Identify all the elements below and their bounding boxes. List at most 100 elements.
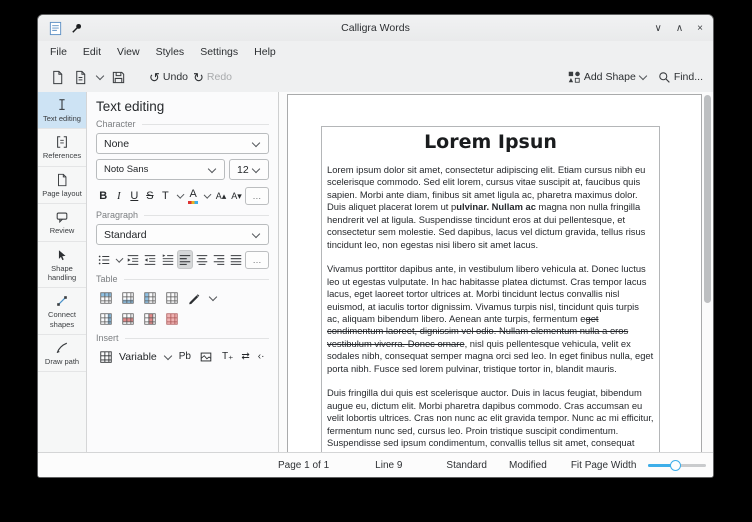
font-size-value: 12 <box>237 164 249 176</box>
subscript-button[interactable]: A▾ <box>229 188 244 205</box>
menubar: File Edit View Styles Settings Help <box>38 41 713 62</box>
align-right-icon <box>212 253 226 267</box>
menu-view[interactable]: View <box>109 44 148 60</box>
character-more-button[interactable]: … <box>245 187 269 205</box>
menu-help[interactable]: Help <box>246 44 284 60</box>
open-dropdown-chevron-icon[interactable] <box>96 72 104 80</box>
delete-column-button[interactable] <box>140 309 159 328</box>
sidebar-item-draw-path[interactable]: Draw path <box>38 335 86 372</box>
draw-path-icon <box>55 341 69 355</box>
indent-increase-button[interactable] <box>125 250 141 269</box>
insert-table-button[interactable] <box>96 347 115 366</box>
zoom-slider-thumb[interactable] <box>670 460 681 471</box>
delete-row-icon <box>121 312 135 326</box>
variable-dropdown[interactable]: Variable <box>119 351 157 363</box>
align-right-button[interactable] <box>211 250 227 269</box>
sidebar-item-label: Page layout <box>42 189 82 198</box>
zoom-mode-button[interactable]: Fit Page Width <box>571 460 637 471</box>
zoom-slider[interactable] <box>648 459 706 471</box>
document-paragraph[interactable]: Vivamus porttitor dapibus ante, in vesti… <box>327 263 654 375</box>
paragraph-style-dropdown[interactable]: Standard <box>96 224 269 245</box>
insert-row-below-button[interactable] <box>118 288 137 307</box>
insert-text-button[interactable]: T₊ <box>220 348 235 366</box>
chevron-down-icon <box>208 164 216 172</box>
document-paragraph[interactable]: Duis fringilla dui quis est scelerisque … <box>327 387 654 452</box>
table-border-pen-button[interactable] <box>184 288 203 307</box>
minimize-icon[interactable]: ∨ <box>655 23 662 34</box>
table-grid-button[interactable] <box>162 288 181 307</box>
maximize-icon[interactable]: ∧ <box>676 23 683 34</box>
underline-button[interactable]: U <box>127 188 142 205</box>
delete-column-icon <box>143 312 157 326</box>
first-line-indent-button[interactable] <box>159 250 175 269</box>
align-left-button[interactable] <box>177 250 193 269</box>
paragraph-more-button[interactable]: … <box>245 251 269 269</box>
insert-frame-button[interactable] <box>197 347 216 366</box>
save-button[interactable] <box>108 66 128 88</box>
delete-table-icon <box>165 312 179 326</box>
menu-styles[interactable]: Styles <box>148 44 193 60</box>
scrollbar-thumb[interactable] <box>704 95 711 303</box>
vertical-scrollbar[interactable] <box>704 95 711 449</box>
find-button[interactable]: Find... <box>657 66 704 88</box>
tool-sidebar: Text editing References Page layout <box>38 92 87 452</box>
menu-edit[interactable]: Edit <box>75 44 109 60</box>
sidebar-item-label: Connect shapes <box>39 310 85 329</box>
insert-column-left-button[interactable] <box>140 288 159 307</box>
insert-column-right-button[interactable] <box>96 309 115 328</box>
document-paragraph[interactable]: Lorem ipsum dolor sit amet, consectetur … <box>327 164 654 251</box>
open-document-icon <box>73 70 88 85</box>
new-document-button[interactable] <box>47 66 67 88</box>
references-icon <box>55 135 69 149</box>
font-color-button[interactable]: A <box>186 188 201 205</box>
variable-chevron-icon[interactable] <box>164 351 172 359</box>
undo-button[interactable]: ↺ Undo <box>148 66 189 88</box>
add-shape-button[interactable]: Add Shape <box>566 66 649 88</box>
table-grid-icon <box>165 291 179 305</box>
align-justify-button[interactable] <box>228 250 244 269</box>
document-heading[interactable]: Lorem Ipsun <box>327 131 654 153</box>
main-area: Text editing References Page layout <box>38 92 713 452</box>
list-style-button[interactable] <box>96 250 112 269</box>
page-break-button[interactable]: Pb <box>177 348 193 366</box>
citation-button[interactable]: ‹· <box>256 348 267 366</box>
character-style-dropdown[interactable]: None <box>96 133 269 154</box>
text-position-button[interactable]: T <box>158 188 173 205</box>
insert-row-above-button[interactable] <box>96 288 115 307</box>
chevron-down-icon <box>252 164 260 172</box>
align-justify-icon <box>229 253 243 267</box>
superscript-button[interactable]: A▴ <box>214 188 229 205</box>
text-frame[interactable]: Lorem Ipsun Lorem ipsum dolor sit amet, … <box>321 126 660 452</box>
titlebar: Calligra Words ∨ ∧ × <box>38 15 713 41</box>
italic-button[interactable]: I <box>112 188 127 205</box>
text-position-chevron-icon[interactable] <box>176 191 184 199</box>
menu-file[interactable]: File <box>42 44 75 60</box>
find-label: Find... <box>674 71 703 83</box>
indent-decrease-button[interactable] <box>142 250 158 269</box>
bold-button[interactable]: B <box>96 188 111 205</box>
delete-table-button[interactable] <box>162 309 181 328</box>
redo-button[interactable]: ↻ Redo <box>192 66 233 88</box>
delete-row-button[interactable] <box>118 309 137 328</box>
sidebar-item-references[interactable]: References <box>38 129 86 166</box>
close-icon[interactable]: × <box>697 23 703 34</box>
sidebar-item-page-layout[interactable]: Page layout <box>38 167 86 204</box>
menu-settings[interactable]: Settings <box>192 44 246 60</box>
undo-label: Undo <box>163 71 188 83</box>
border-pen-chevron-icon[interactable] <box>209 292 217 300</box>
align-center-button[interactable] <box>194 250 210 269</box>
font-color-chevron-icon[interactable] <box>204 191 212 199</box>
open-document-button[interactable] <box>70 66 90 88</box>
strikethrough-button[interactable]: S <box>143 188 158 205</box>
font-size-dropdown[interactable]: 12 <box>229 159 269 180</box>
swap-button[interactable]: ⇄ <box>239 348 251 366</box>
sidebar-item-review[interactable]: Review <box>38 204 86 241</box>
add-shape-icon <box>567 70 581 84</box>
style-indicator: Standard <box>446 460 487 471</box>
sidebar-item-shape-handling[interactable]: Shape handling <box>38 242 86 289</box>
sidebar-item-connect-shapes[interactable]: Connect shapes <box>38 288 86 335</box>
document-page: Lorem Ipsun Lorem ipsum dolor sit amet, … <box>287 94 702 452</box>
list-style-chevron-icon[interactable] <box>116 255 124 263</box>
sidebar-item-text-editing[interactable]: Text editing <box>38 92 86 129</box>
font-family-dropdown[interactable]: Noto Sans <box>96 159 225 180</box>
